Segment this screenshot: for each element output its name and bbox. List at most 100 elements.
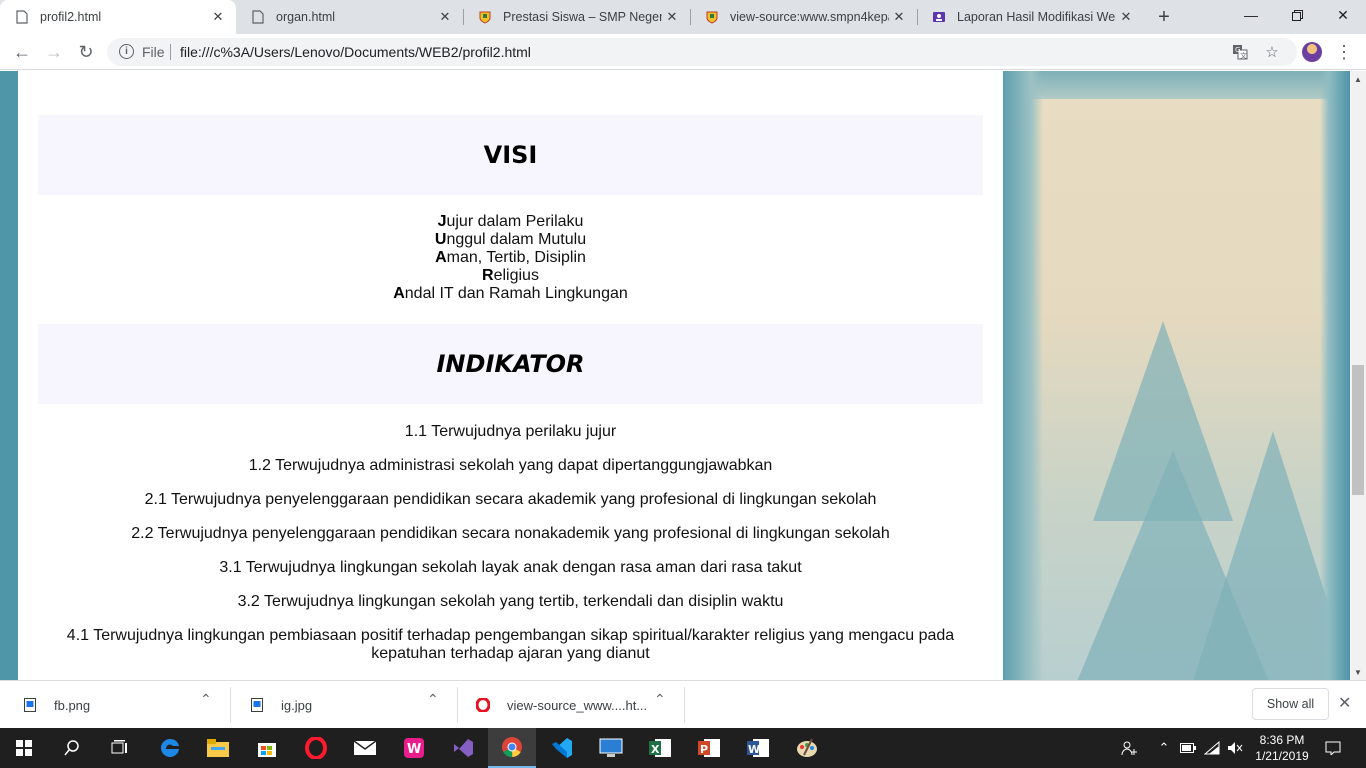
download-item[interactable]: fb.png [22,687,90,723]
tab-title: Prestasi Siswa – SMP Negeri 4 [503,10,662,24]
word-icon[interactable]: W [734,728,782,768]
chevron-up-icon[interactable]: ⌃ [427,691,439,708]
info-icon[interactable]: i [119,44,134,59]
frame-decoration [1003,71,1350,99]
search-icon[interactable] [48,728,96,768]
scroll-up-arrow-icon[interactable]: ▲ [1350,71,1366,87]
tab-title: Laporan Hasil Modifikasi Web [957,10,1116,24]
profile-avatar[interactable] [1302,42,1322,62]
tab-profil2[interactable]: profil2.html ✕ [0,0,236,34]
vertical-scrollbar[interactable]: ▲ ▼ [1350,71,1366,680]
mail-icon[interactable] [341,728,389,768]
indikator-item: 1.2 Terwujudnya administrasi sekolah yan… [248,457,773,474]
image-file-icon [22,697,38,713]
page-icon [14,9,30,25]
taskbar-clock[interactable]: 8:36 PM 1/21/2019 [1250,732,1314,764]
excel-icon[interactable]: X [636,728,684,768]
scroll-thumb[interactable] [1352,365,1364,495]
people-icon[interactable] [1118,728,1140,768]
maximize-button[interactable] [1274,0,1320,30]
forward-button[interactable]: → [40,38,68,66]
edge-icon[interactable] [146,728,194,768]
start-button[interactable] [0,728,48,768]
tab-prestasi[interactable]: Prestasi Siswa – SMP Negeri 4 ✕ [463,0,690,34]
new-tab-button[interactable]: + [1152,5,1176,29]
show-all-button[interactable]: Show all [1252,688,1329,720]
omnibox-divider [170,44,171,60]
file-explorer-icon[interactable] [194,728,242,768]
paint-icon[interactable] [783,728,831,768]
bookmark-star-icon[interactable]: ☆ [1262,42,1282,62]
wifi-icon[interactable] [1202,728,1222,768]
tab-title: view-source:www.smpn4kepan [730,10,889,24]
vscode-icon[interactable] [538,728,586,768]
content-panel: VISI Jujur dalam Perilaku Unggul dalam M… [18,71,1003,680]
wamp-icon[interactable]: W [390,728,438,768]
volume-muted-icon[interactable] [1224,728,1246,768]
close-icon[interactable]: ✕ [435,7,455,27]
tab-view-source[interactable]: view-source:www.smpn4kepan ✕ [690,0,917,34]
back-button[interactable]: ← [8,38,36,66]
download-item[interactable]: view-source_www....ht... [475,687,647,723]
indikator-item: 4.1 Terwujudnya lingkungan pembiasaan po… [66,627,955,662]
indikator-heading: INDIKATOR [436,350,585,378]
indikator-item: 2.1 Terwujudnya penyelenggaraan pendidik… [144,491,877,508]
task-view-icon[interactable] [96,728,144,768]
chevron-up-icon[interactable]: ⌃ [200,691,212,708]
page-icon [250,9,266,25]
download-divider [457,687,458,723]
powerpoint-icon[interactable]: P [685,728,733,768]
tab-laporan[interactable]: Laporan Hasil Modifikasi Web ✕ [917,0,1144,34]
minimize-button[interactable]: — [1228,0,1274,30]
tab-strip: profil2.html ✕ organ.html ✕ Prestasi Sis… [0,0,1366,34]
chrome-icon[interactable] [488,728,536,768]
close-icon[interactable]: ✕ [889,7,909,27]
svg-text:W: W [748,743,760,756]
opera-icon[interactable] [292,728,340,768]
menu-icon[interactable]: ⋮ [1334,42,1354,62]
address-bar[interactable]: i File file:///c%3A/Users/Lenovo/Documen… [107,38,1297,66]
visi-line: Andal IT dan Ramah Lingkungan [393,285,628,302]
download-divider [230,687,231,723]
visi-line: Aman, Tertib, Disiplin [435,249,586,266]
notification-icon[interactable] [1320,728,1346,768]
battery-icon[interactable] [1178,728,1198,768]
url-text[interactable]: file:///c%3A/Users/Lenovo/Documents/WEB2… [180,44,531,60]
visi-list: Jujur dalam Perilaku Unggul dalam Mutulu… [18,213,1003,303]
translate-icon[interactable]: G文 [1230,42,1250,62]
visi-line: Religius [482,267,539,284]
close-icon[interactable]: ✕ [208,7,228,27]
svg-text:文: 文 [1240,51,1247,60]
close-icon[interactable]: ✕ [662,7,682,27]
download-filename: view-source_www....ht... [507,697,648,713]
store-icon[interactable] [243,728,291,768]
clock-time: 8:36 PM [1259,733,1305,747]
frame-decoration [1003,71,1043,680]
visi-heading: VISI [483,141,538,169]
svg-text:X: X [651,743,660,756]
close-icon[interactable]: ✕ [1116,7,1136,27]
svg-text:P: P [700,743,708,756]
chevron-up-icon[interactable]: ⌃ [1154,728,1174,768]
visi-header: VISI [38,115,983,195]
windows-taskbar: W X P W ⌃ 8:36 PM 1/21/2019 [0,728,1366,768]
opera-icon [475,697,491,713]
reload-button[interactable]: ↻ [72,38,100,66]
scheme-label: File [142,44,165,60]
visi-line: Jujur dalam Perilaku [437,213,584,230]
close-icon[interactable]: ✕ [1338,693,1351,713]
download-bar: fb.png ⌃ ig.jpg ⌃ view-source_www....ht.… [0,680,1366,728]
image-file-icon [249,697,265,713]
browser-toolbar: ← → ↻ i File file:///c%3A/Users/Lenovo/D… [0,34,1366,70]
svg-text:W: W [407,742,421,757]
remote-desktop-icon[interactable] [587,728,635,768]
visual-studio-icon[interactable] [439,728,487,768]
scroll-down-arrow-icon[interactable]: ▼ [1350,664,1366,680]
visi-line: Unggul dalam Mutulu [434,231,587,248]
tab-organ[interactable]: organ.html ✕ [236,0,463,34]
chevron-up-icon[interactable]: ⌃ [654,691,666,708]
tab-title: profil2.html [40,10,102,24]
indikator-header: INDIKATOR [38,324,983,404]
download-item[interactable]: ig.jpg [249,687,312,723]
close-window-button[interactable]: ✕ [1320,0,1366,30]
